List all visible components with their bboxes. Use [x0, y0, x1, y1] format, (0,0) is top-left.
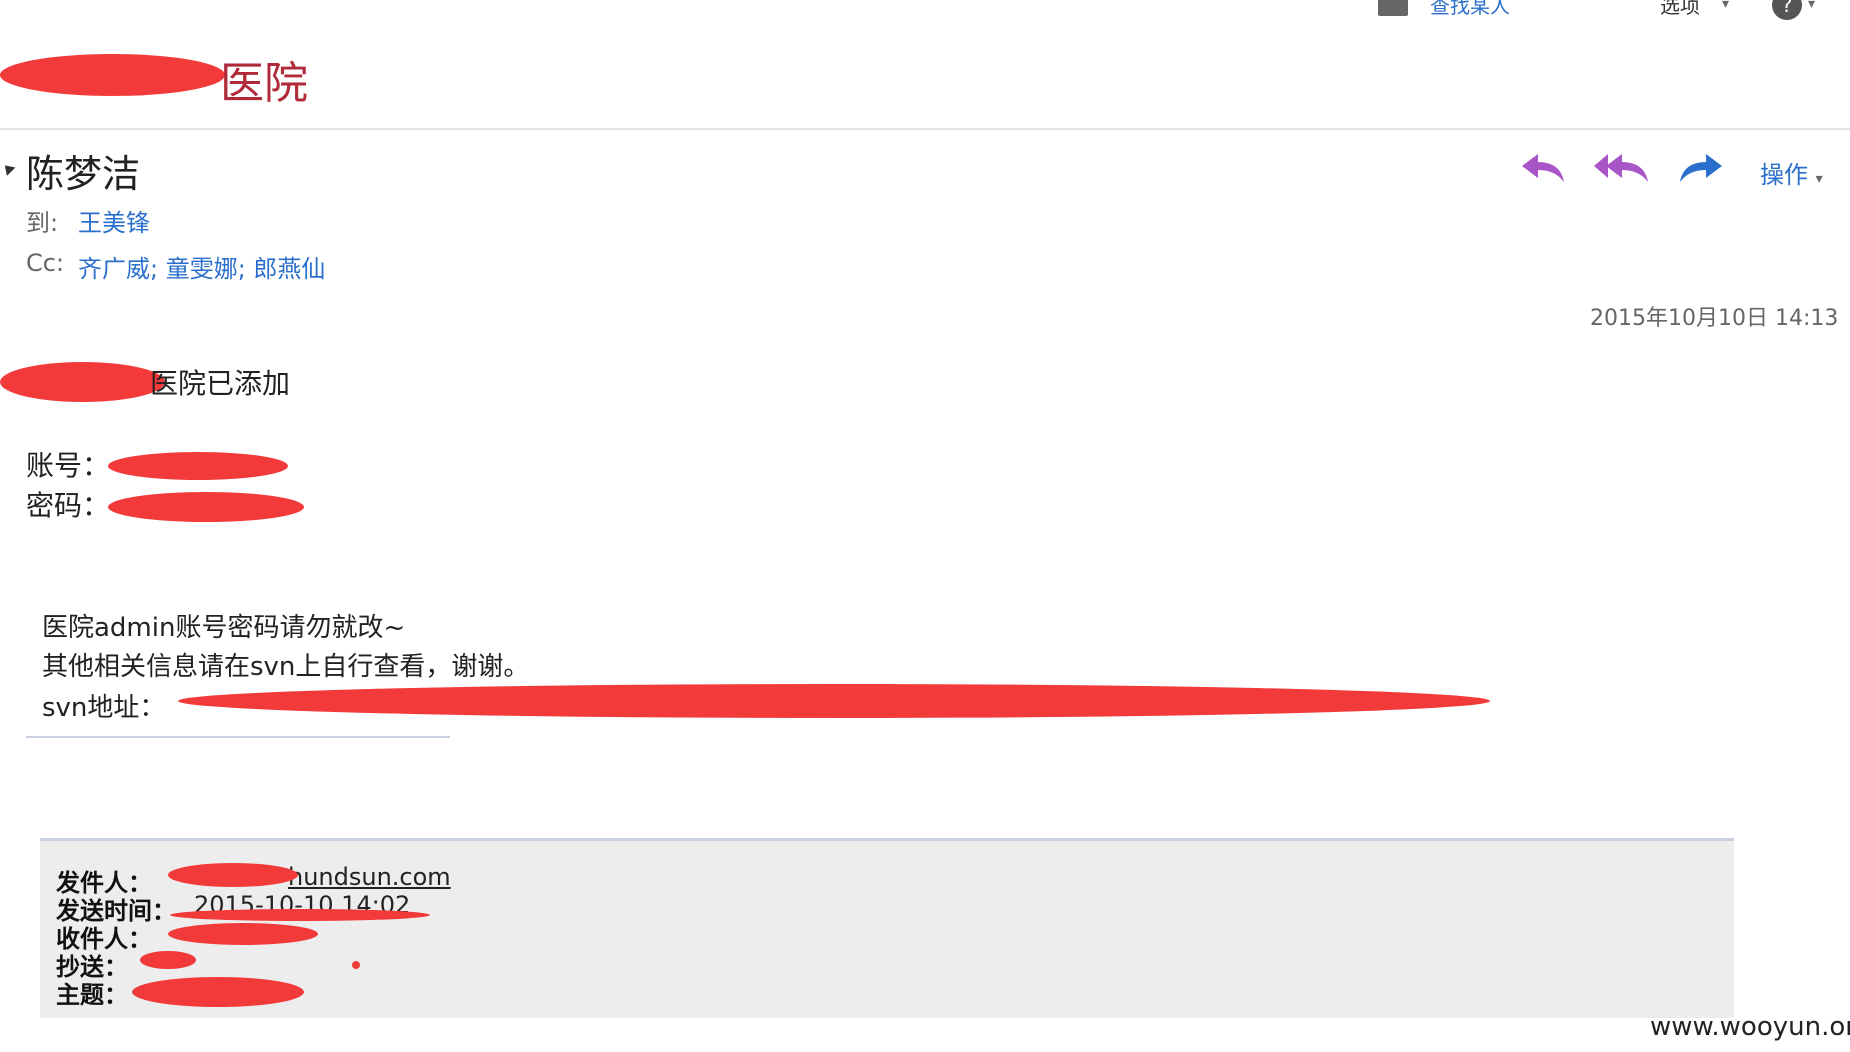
redaction-mark: [108, 452, 288, 480]
cc-recipients[interactable]: 齐广威; 童雯娜; 郎燕仙: [78, 249, 325, 284]
redaction-mark: [170, 909, 430, 921]
reply-icon: [1522, 154, 1564, 182]
redaction-mark: [132, 977, 304, 1007]
note-line-2: 其他相关信息请在svn上自行查看，谢谢。: [42, 652, 530, 682]
redaction-mark: [168, 863, 298, 887]
reply-button[interactable]: [1518, 148, 1570, 188]
chevron-down-icon[interactable]: ▾: [1808, 0, 1815, 12]
quoted-header: 发件人： hundsun.com 发送时间： 2015-10-10 14:02 …: [40, 838, 1734, 1018]
forward-icon: [1680, 154, 1722, 182]
chevron-down-icon[interactable]: ▾: [1722, 0, 1729, 12]
to-label: 到:: [26, 209, 59, 237]
password-label: 密码：: [26, 489, 111, 522]
options-menu[interactable]: 选项: [1660, 0, 1700, 19]
find-contacts-link[interactable]: 查找某人: [1430, 0, 1510, 19]
redaction-mark: [0, 54, 225, 96]
reply-all-button[interactable]: [1594, 148, 1648, 188]
quote-subject-label: 主题：: [56, 981, 128, 1009]
signature-divider: [26, 736, 450, 738]
redaction-mark: [108, 492, 304, 522]
redaction-mark: [178, 684, 1490, 718]
reply-all-icon: [1594, 154, 1648, 182]
account-label: 账号：: [26, 449, 111, 482]
cc-label: Cc:: [26, 249, 65, 277]
sender-name[interactable]: 陈梦洁: [26, 143, 140, 198]
watermark: www.wooyun.org: [1650, 1012, 1850, 1042]
quote-from-value[interactable]: hundsun.com: [288, 863, 451, 891]
body-line-added: 医院已添加: [150, 367, 291, 400]
operations-menu[interactable]: 操作 ▾: [1760, 155, 1823, 190]
collapse-icon[interactable]: [0, 161, 16, 176]
redaction-mark: [168, 923, 318, 945]
address-book-icon[interactable]: [1378, 0, 1408, 16]
subject-divider: [0, 128, 1850, 130]
operations-label: 操作: [1760, 161, 1808, 189]
chevron-down-icon: ▾: [1815, 171, 1823, 187]
email-subject: 医院: [220, 58, 308, 109]
note-line-1: 医院admin账号密码请勿就改~: [42, 613, 406, 643]
redaction-mark: [352, 961, 360, 969]
svn-label: svn地址：: [42, 693, 166, 723]
forward-button[interactable]: [1674, 148, 1726, 188]
redaction-mark: [0, 362, 165, 402]
help-icon[interactable]: ?: [1772, 0, 1802, 20]
redaction-mark: [140, 951, 196, 969]
sent-timestamp: 2015年10月10日 14:13: [1590, 306, 1839, 331]
to-recipient[interactable]: 王美锋: [78, 203, 150, 238]
